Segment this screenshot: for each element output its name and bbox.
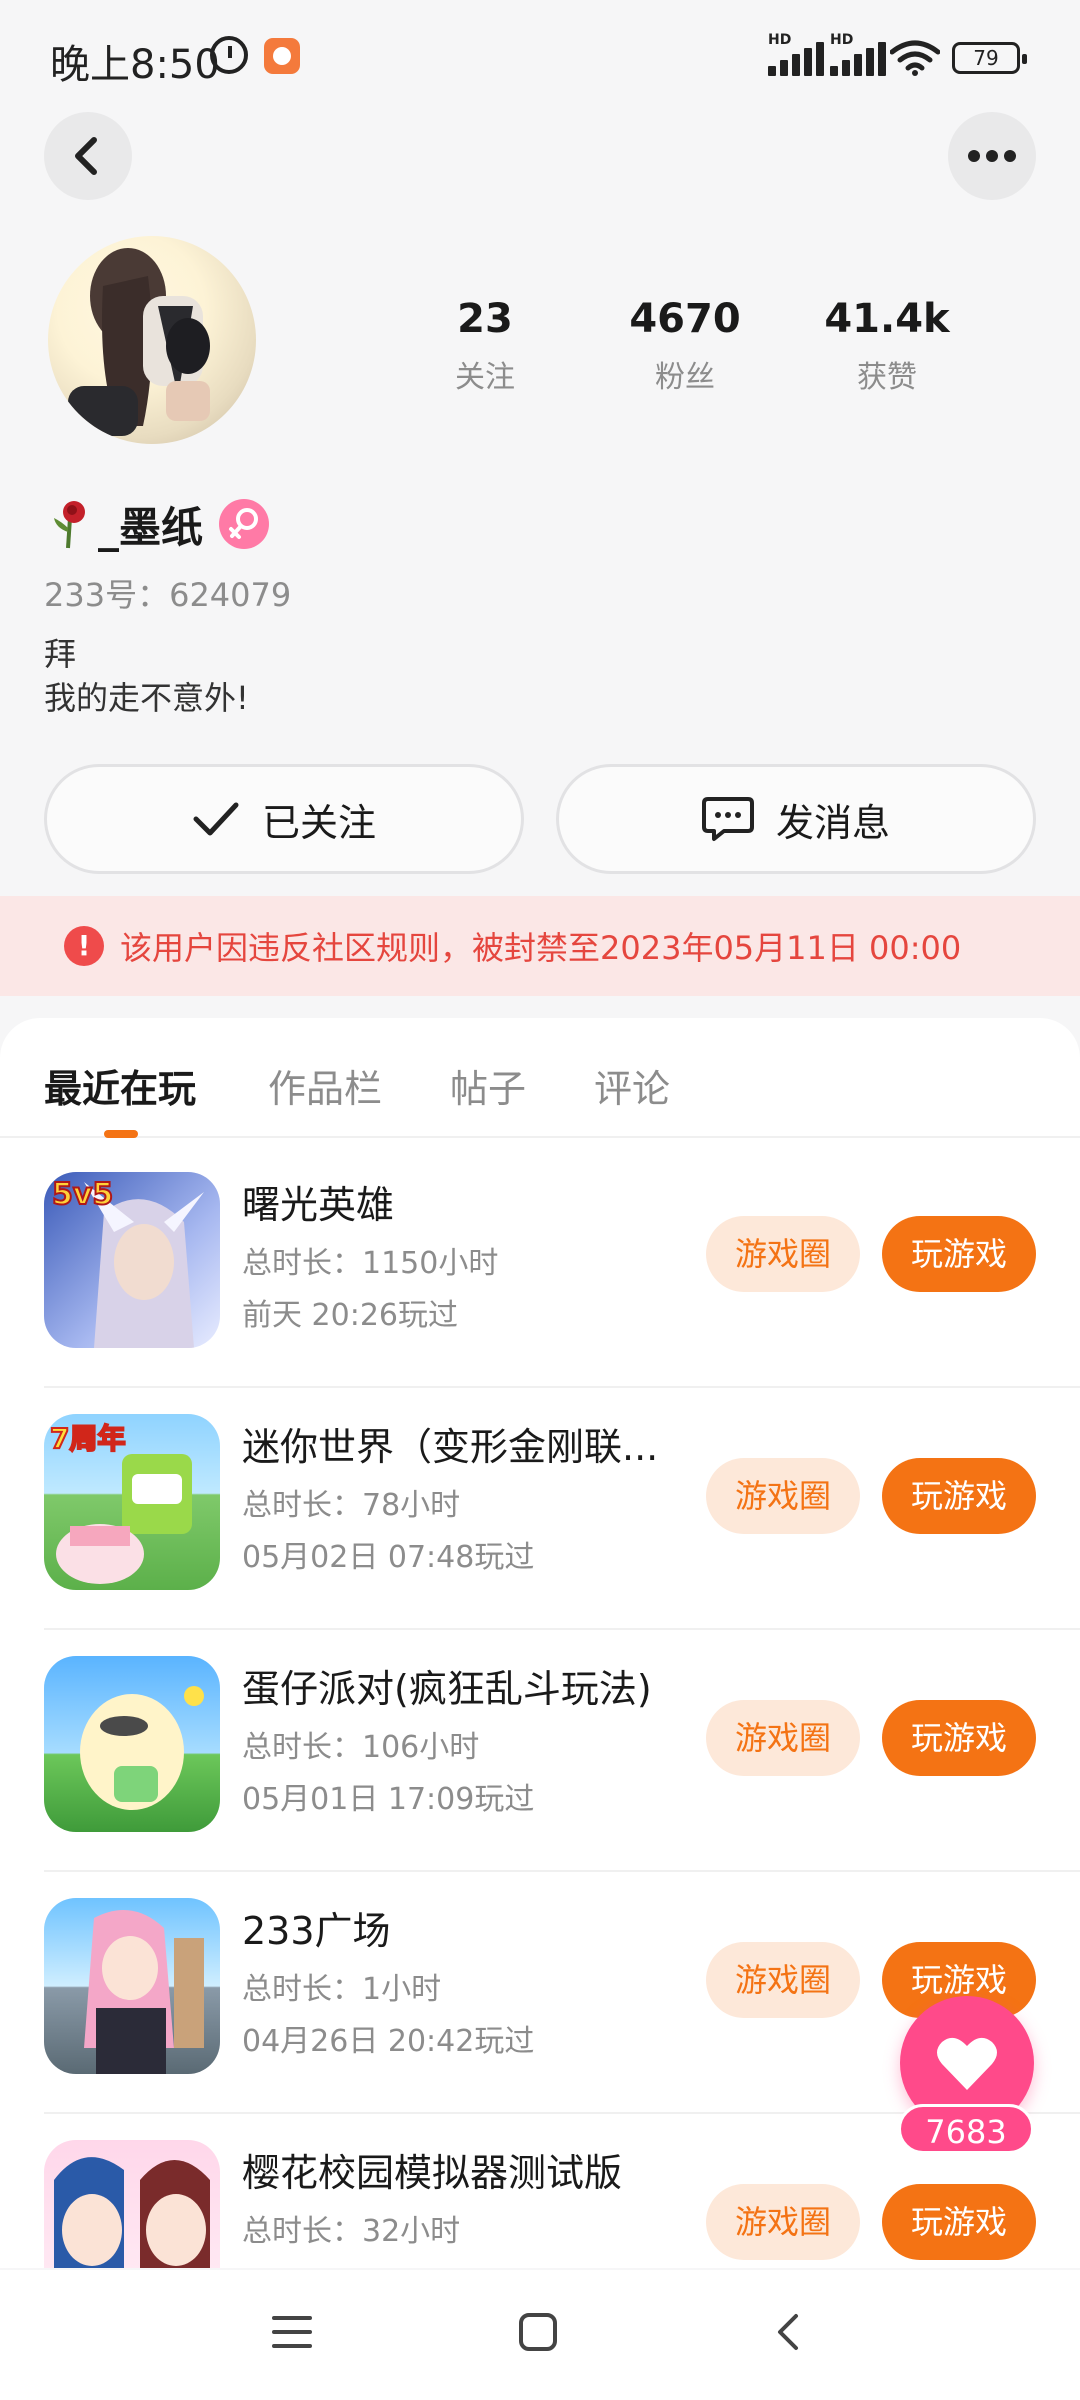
back-button[interactable] bbox=[44, 112, 132, 200]
back-arrow-icon bbox=[75, 137, 97, 175]
game-icon bbox=[44, 1898, 220, 2074]
game-last-played: 04月26日 20:42玩过 bbox=[242, 2024, 535, 2059]
profile-tabs: 最近在玩 作品栏 帖子 评论 bbox=[0, 1018, 1080, 1138]
bio-line-1: 拜 bbox=[44, 635, 77, 673]
more-button[interactable] bbox=[948, 112, 1036, 200]
profile-name-row: _墨纸 bbox=[48, 494, 270, 554]
more-dots-icon bbox=[968, 150, 1016, 162]
row-divider bbox=[44, 1386, 1080, 1388]
game-row[interactable]: 7周年 迷你世界（变形金刚联... 总时长：78小时 05月02日 07:48玩… bbox=[0, 1390, 1080, 1630]
game-last-played: 05月01日 17:09玩过 bbox=[242, 1782, 535, 1817]
play-game-button[interactable]: 玩游戏 bbox=[882, 1700, 1036, 1776]
followed-label: 已关注 bbox=[261, 800, 376, 845]
profile-name: _墨纸 bbox=[98, 502, 204, 552]
game-title: 迷你世界（变形金刚联... bbox=[242, 1425, 659, 1469]
active-tab-indicator bbox=[104, 1130, 138, 1138]
play-game-button[interactable]: 玩游戏 bbox=[882, 1216, 1036, 1292]
svg-text:5v5: 5v5 bbox=[52, 1177, 113, 1212]
stat-followers[interactable]: 4670 粉丝 bbox=[600, 296, 770, 396]
following-count: 23 bbox=[457, 296, 513, 342]
wifi-icon bbox=[890, 40, 940, 76]
game-circle-button[interactable]: 游戏圈 bbox=[706, 1458, 860, 1534]
followers-count: 4670 bbox=[629, 296, 741, 342]
female-gender-icon bbox=[219, 499, 270, 549]
game-last-played: 05月02日 07:48玩过 bbox=[242, 1540, 535, 1575]
tab-works[interactable]: 作品栏 bbox=[268, 1058, 382, 1113]
game-title: 樱花校园模拟器测试版 bbox=[242, 2151, 623, 2195]
tab-posts[interactable]: 帖子 bbox=[450, 1058, 526, 1113]
game-circle-button[interactable]: 游戏圈 bbox=[706, 1700, 860, 1776]
game-icon: 7周年 bbox=[44, 1414, 220, 1590]
warning-icon: ! bbox=[64, 926, 104, 966]
bio-line-2: 我的走不意外! bbox=[44, 679, 249, 717]
game-icon bbox=[44, 2140, 220, 2268]
status-time: 晚上8:50 bbox=[50, 42, 220, 88]
game-duration: 总时长：1小时 bbox=[242, 1972, 442, 2007]
tab-recent-games[interactable]: 最近在玩 bbox=[44, 1058, 196, 1113]
game-circle-button[interactable]: 游戏圈 bbox=[706, 1216, 860, 1292]
tab-comments[interactable]: 评论 bbox=[594, 1058, 670, 1113]
battery-icon: 79 bbox=[952, 42, 1027, 74]
followed-button[interactable]: 已关注 bbox=[44, 764, 524, 874]
send-message-button[interactable]: 发消息 bbox=[556, 764, 1036, 874]
game-last-played: 前天 20:26玩过 bbox=[242, 1298, 458, 1333]
ban-notice-text: 该用户因违反社区规则，被封禁至2023年05月11日 00:00 bbox=[120, 929, 962, 967]
game-circle-button[interactable]: 游戏圈 bbox=[706, 1942, 860, 2018]
following-label: 关注 bbox=[455, 360, 515, 395]
rose-icon bbox=[54, 501, 85, 549]
home-icon[interactable] bbox=[518, 2312, 558, 2352]
game-title: 曙光英雄 bbox=[242, 1183, 395, 1227]
game-duration: 总时长：32小时 bbox=[242, 2214, 461, 2249]
game-circle-button[interactable]: 游戏圈 bbox=[706, 2184, 860, 2260]
likes-label: 获赞 bbox=[857, 360, 917, 395]
game-icon bbox=[44, 1656, 220, 1832]
play-game-button[interactable]: 玩游戏 bbox=[882, 1458, 1036, 1534]
stat-following[interactable]: 23 关注 bbox=[400, 296, 570, 396]
followers-label: 粉丝 bbox=[655, 360, 715, 395]
game-row[interactable]: 5v5 曙光英雄 总时长：1150小时 前天 20:26玩过 游戏圈 玩游戏 bbox=[0, 1148, 1080, 1388]
game-row[interactable]: 蛋仔派对(疯狂乱斗玩法) 总时长：106小时 05月01日 17:09玩过 游戏… bbox=[0, 1632, 1080, 1872]
signal-icon: HD bbox=[768, 32, 824, 76]
game-title: 蛋仔派对(疯狂乱斗玩法) bbox=[242, 1667, 652, 1711]
checkmark-icon bbox=[193, 802, 239, 836]
row-divider bbox=[44, 1628, 1080, 1630]
nav-back-icon[interactable] bbox=[768, 2312, 808, 2352]
avatar[interactable] bbox=[48, 236, 256, 444]
game-duration: 总时长：106小时 bbox=[242, 1730, 480, 1765]
send-message-label: 发消息 bbox=[775, 800, 890, 845]
user-id: 233号：624079 bbox=[44, 576, 292, 614]
status-bar: 晚上8:50 HD HD 79 bbox=[0, 0, 1080, 110]
stat-likes[interactable]: 41.4k 获赞 bbox=[802, 296, 972, 396]
game-icon: 5v5 bbox=[44, 1172, 220, 1348]
message-bubble-icon bbox=[701, 797, 754, 841]
game-duration: 总时长：78小时 bbox=[242, 1488, 461, 1523]
avatar-image bbox=[68, 248, 210, 436]
like-count: 7683 bbox=[898, 2104, 1034, 2154]
game-title: 233广场 bbox=[242, 1909, 391, 1953]
play-game-button[interactable]: 玩游戏 bbox=[882, 2184, 1036, 2260]
ban-notice: ! 该用户因违反社区规则，被封禁至2023年05月11日 00:00 bbox=[0, 896, 1080, 996]
svg-text:7周年: 7周年 bbox=[50, 1422, 125, 1455]
game-duration: 总时长：1150小时 bbox=[242, 1246, 499, 1281]
signal-icon-2: HD bbox=[830, 32, 886, 76]
alarm-icon bbox=[210, 36, 248, 74]
profile-page: 晚上8:50 HD HD 79 23 关注 4670 粉丝 41.4k 获赞 _… bbox=[0, 0, 1080, 2400]
profile-bio: 拜 我的走不意外! bbox=[44, 632, 249, 720]
battery-level: 79 bbox=[973, 46, 999, 70]
menu-icon[interactable] bbox=[272, 2312, 312, 2352]
row-divider bbox=[44, 1870, 1080, 1872]
app-notification-icon bbox=[264, 38, 300, 74]
likes-count: 41.4k bbox=[824, 296, 950, 342]
system-nav-bar bbox=[0, 2270, 1080, 2400]
